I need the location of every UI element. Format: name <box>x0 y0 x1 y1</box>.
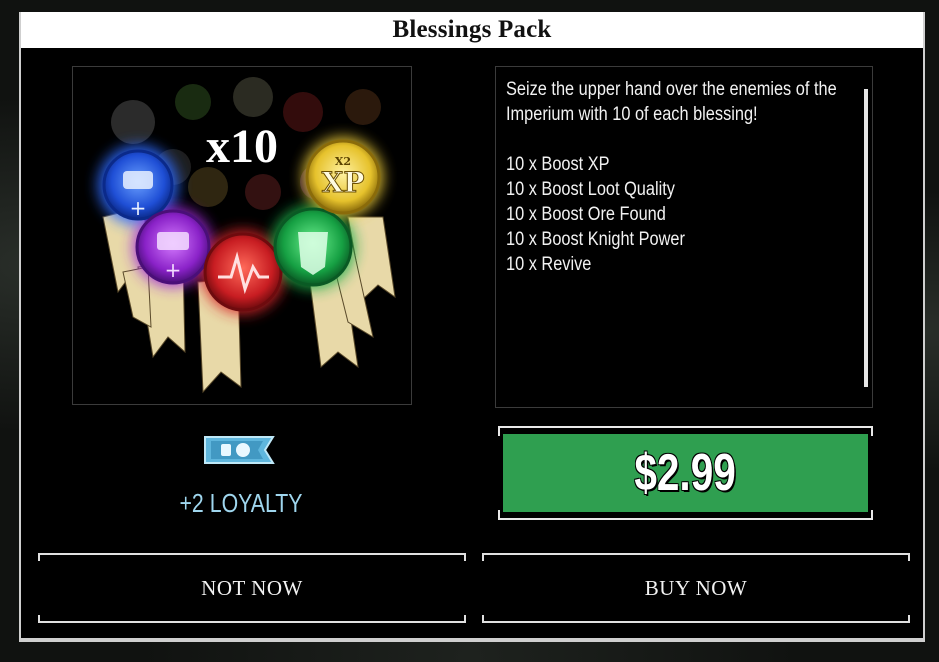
green-seal <box>273 207 353 287</box>
purple-seal: + <box>135 209 211 285</box>
blessings-pack-dialog: Blessings Pack + + X2 XP x10 Seize the u… <box>19 12 925 642</box>
not-now-button[interactable]: NOT NOW <box>38 553 466 623</box>
svg-text:+: + <box>130 196 147 220</box>
scrollbar[interactable] <box>864 89 868 387</box>
buy-now-label: BUY NOW <box>644 575 748 600</box>
blessing-seals-illustration: + + X2 XP <box>98 77 396 394</box>
description-panel[interactable]: Seize the upper hand over the enemies of… <box>495 66 873 408</box>
red-seal <box>203 232 283 312</box>
not-now-label: NOT NOW <box>201 575 303 600</box>
buy-now-button[interactable]: BUY NOW <box>482 553 910 623</box>
svg-text:XP: XP <box>322 166 365 199</box>
price-button-frame: $2.99 <box>498 426 873 520</box>
svg-text:+: + <box>165 258 182 282</box>
pack-artwork: + + X2 XP x10 <box>72 66 412 405</box>
price-label: $2.99 <box>634 444 737 502</box>
description-text: Seize the upper hand over the enemies of… <box>506 79 837 275</box>
loyalty-ticket-icon <box>204 436 275 464</box>
title-bar: Blessings Pack <box>21 12 923 48</box>
blue-seal: + <box>102 149 174 221</box>
dialog-bottom-border <box>21 638 923 642</box>
dialog-title: Blessings Pack <box>392 16 552 43</box>
loyalty-label: +2 LOYALTY <box>179 488 303 518</box>
multiplier-label: x10 <box>206 120 278 173</box>
price-button[interactable]: $2.99 <box>503 434 868 512</box>
gold-xp-seal: X2 XP <box>305 139 381 215</box>
